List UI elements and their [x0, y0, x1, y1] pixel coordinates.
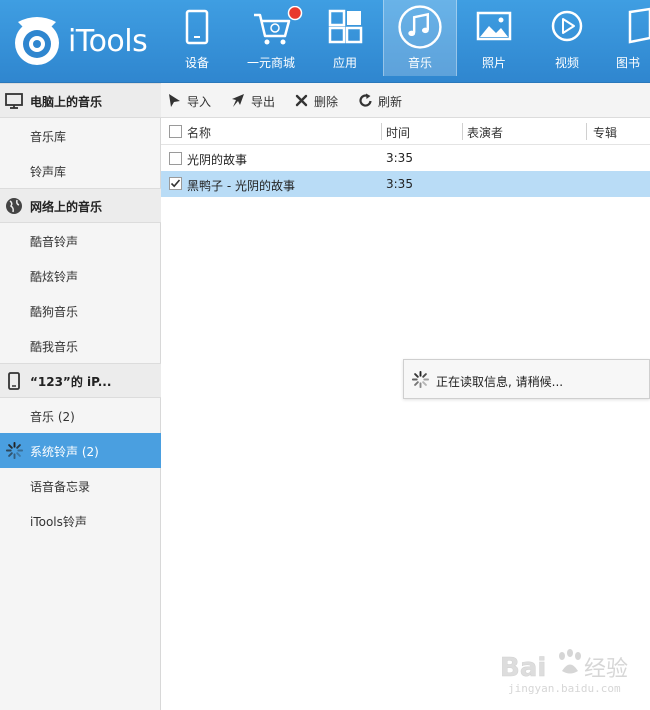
sidebar-item-kuxuan[interactable]: 酷炫铃声	[0, 258, 161, 293]
sidebar-section-label: 网络上的音乐	[30, 200, 103, 214]
nav-photos[interactable]: 照片	[457, 0, 531, 76]
apps-grid-icon	[328, 9, 363, 44]
sidebar-item-label: 酷狗音乐	[30, 305, 79, 319]
sidebar-section-online-music[interactable]: 网络上的音乐	[0, 188, 161, 223]
refresh-button[interactable]: 刷新	[358, 92, 408, 110]
sidebar-section-label: “123”的 iP...	[30, 375, 112, 389]
sidebar-item-kugou[interactable]: 酷狗音乐	[0, 293, 161, 328]
nav-store-label: 一元商城	[246, 56, 295, 70]
column-header-album[interactable]: 专辑	[593, 124, 617, 141]
row-checkbox[interactable]	[169, 152, 182, 165]
song-name: 光阴的故事	[187, 153, 248, 167]
sidebar-item-label: 音乐库	[30, 130, 67, 144]
top-navigation-bar: iTools 设备 一元商城 应用 音乐 照片 视频 图书	[0, 0, 650, 83]
globe-icon	[6, 198, 22, 214]
nav-device[interactable]: 设备	[160, 0, 234, 76]
import-button[interactable]: 导入	[167, 92, 217, 110]
sidebar-item-label: 酷音铃声	[30, 235, 79, 249]
svg-text:经验: 经验	[584, 657, 628, 682]
nav-books-label: 图书	[616, 56, 641, 70]
svg-text:Bai: Bai	[500, 653, 546, 683]
row-checkbox-checked[interactable]	[169, 177, 182, 190]
sidebar-item-kuwo[interactable]: 酷我音乐	[0, 328, 161, 363]
sidebar-item-label: 系统铃声 (2)	[30, 445, 99, 459]
play-icon	[551, 10, 583, 42]
refresh-label: 刷新	[378, 95, 403, 109]
cart-icon	[254, 6, 303, 45]
toolbar: 导入 导出 删除 刷新	[161, 83, 650, 118]
loading-popup: 正在读取信息, 请稍候...	[403, 359, 650, 399]
sidebar-item-itools-ringtones[interactable]: iTools铃声	[0, 503, 161, 538]
app-logo: iTools	[10, 14, 160, 68]
sidebar-section-pc-music[interactable]: 电脑上的音乐	[0, 83, 161, 118]
sidebar-section-label: 电脑上的音乐	[30, 95, 103, 109]
nav-device-label: 设备	[184, 56, 209, 70]
sidebar: 电脑上的音乐 音乐库 铃声库 网络上的音乐 酷音铃声 酷炫铃声 酷狗音乐 酷我音…	[0, 83, 161, 710]
table-header: 名称 时间 表演者 专辑	[161, 118, 650, 145]
nav-music[interactable]: 音乐	[383, 0, 457, 76]
notification-badge	[287, 6, 303, 21]
nav-books[interactable]: 图书	[604, 0, 650, 76]
column-divider[interactable]	[586, 123, 587, 140]
column-header-name[interactable]: 名称	[187, 124, 211, 141]
monitor-icon	[5, 93, 23, 109]
sidebar-item-voice-memos[interactable]: 语音备忘录	[0, 468, 161, 503]
itools-logo-icon	[15, 17, 59, 65]
sidebar-item-label: 酷炫铃声	[30, 270, 79, 284]
export-label: 导出	[251, 95, 276, 109]
music-note-icon	[398, 5, 442, 49]
baidu-watermark: Bai 经验 jingyan.baidu.com	[500, 644, 640, 704]
import-icon	[169, 94, 180, 107]
nav-video[interactable]: 视频	[530, 0, 604, 76]
nav-store[interactable]: 一元商城	[234, 0, 308, 76]
sidebar-item-system-ringtones[interactable]: 系统铃声 (2)	[0, 433, 161, 468]
table-row[interactable]: 光阴的故事 3:35	[161, 145, 650, 171]
nav-apps-label: 应用	[332, 56, 357, 70]
column-divider[interactable]	[462, 123, 463, 140]
sidebar-item-label: 语音备忘录	[30, 480, 91, 494]
delete-label: 删除	[314, 95, 339, 109]
song-duration: 3:35	[386, 151, 413, 165]
select-all-checkbox[interactable]	[169, 125, 182, 138]
phone-icon	[185, 9, 209, 45]
sidebar-section-device[interactable]: “123”的 iP...	[0, 363, 161, 398]
loading-spinner-icon	[5, 441, 24, 460]
delete-x-icon	[295, 94, 308, 107]
song-duration: 3:35	[386, 177, 413, 191]
baidu-logo-icon: Bai 经验	[500, 649, 628, 683]
sidebar-item-label: 酷我音乐	[30, 340, 79, 354]
sidebar-item-label: iTools铃声	[30, 515, 87, 529]
photo-icon	[476, 11, 512, 41]
song-name: 黑鸭子 - 光阴的故事	[187, 179, 295, 193]
app-name: iTools	[68, 24, 148, 59]
delete-button[interactable]: 删除	[294, 92, 344, 110]
column-header-time[interactable]: 时间	[386, 124, 410, 141]
sidebar-item-label: 音乐 (2)	[30, 410, 75, 424]
export-button[interactable]: 导出	[231, 92, 281, 110]
sidebar-item-device-music[interactable]: 音乐 (2)	[0, 398, 161, 433]
watermark-url: jingyan.baidu.com	[508, 682, 621, 695]
music-table: 名称 时间 表演者 专辑 光阴的故事 3:35 黑鸭子 - 光阴的故事 3:35	[161, 118, 650, 710]
loading-text: 正在读取信息, 请稍候...	[436, 375, 564, 389]
sidebar-item-music-library[interactable]: 音乐库	[0, 118, 161, 153]
refresh-icon	[359, 93, 372, 107]
import-label: 导入	[187, 95, 212, 109]
nav-photos-label: 照片	[481, 56, 506, 70]
loading-spinner-icon	[411, 370, 430, 389]
sidebar-item-ringtone-library[interactable]: 铃声库	[0, 153, 161, 188]
sidebar-item-kuyin[interactable]: 酷音铃声	[0, 223, 161, 258]
checkmark-icon	[170, 179, 181, 188]
device-icon	[8, 372, 20, 390]
table-row-selected[interactable]: 黑鸭子 - 光阴的故事 3:35	[161, 171, 650, 197]
column-divider[interactable]	[381, 123, 382, 140]
book-icon	[628, 7, 650, 44]
nav-apps[interactable]: 应用	[308, 0, 382, 76]
export-icon	[232, 94, 244, 107]
column-header-artist[interactable]: 表演者	[467, 124, 503, 141]
nav-music-label: 音乐	[407, 56, 432, 70]
sidebar-item-label: 铃声库	[30, 165, 67, 179]
nav-video-label: 视频	[554, 56, 579, 70]
